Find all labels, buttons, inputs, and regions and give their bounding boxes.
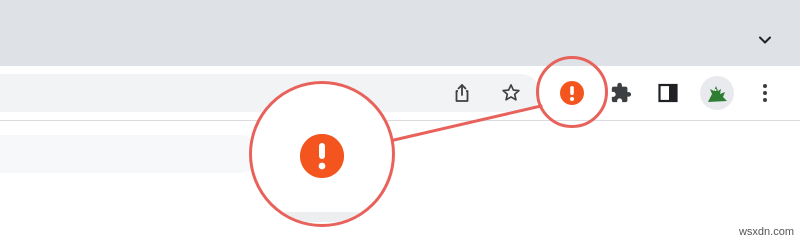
callout-highlight-circle — [536, 56, 608, 128]
browser-menu-button[interactable] — [749, 77, 781, 109]
dinosaur-avatar-icon — [708, 86, 727, 102]
bookmark-button[interactable] — [495, 77, 527, 109]
share-button[interactable] — [446, 77, 478, 109]
content-placeholder — [0, 135, 260, 173]
extensions-button[interactable] — [605, 77, 637, 109]
puzzle-piece-icon — [611, 82, 632, 103]
tab-strip — [0, 0, 800, 66]
tab-search-button[interactable] — [753, 28, 777, 52]
page-content-area — [0, 121, 800, 241]
exclamation-alert-icon — [300, 134, 344, 178]
chevron-down-icon — [759, 36, 771, 44]
magnified-alert-badge — [300, 134, 344, 178]
side-panel-button[interactable] — [652, 77, 684, 109]
star-icon — [502, 84, 520, 101]
side-panel-icon — [658, 83, 678, 103]
magnified-toolbar-edge — [252, 212, 392, 222]
magnified-callout — [249, 81, 395, 227]
browser-window: wsxdn.com — [0, 0, 800, 241]
profile-avatar-button[interactable] — [700, 76, 734, 110]
browser-toolbar — [0, 66, 800, 120]
three-dot-menu-icon — [763, 84, 767, 102]
watermark: wsxdn.com — [738, 226, 794, 238]
share-icon — [455, 84, 469, 102]
